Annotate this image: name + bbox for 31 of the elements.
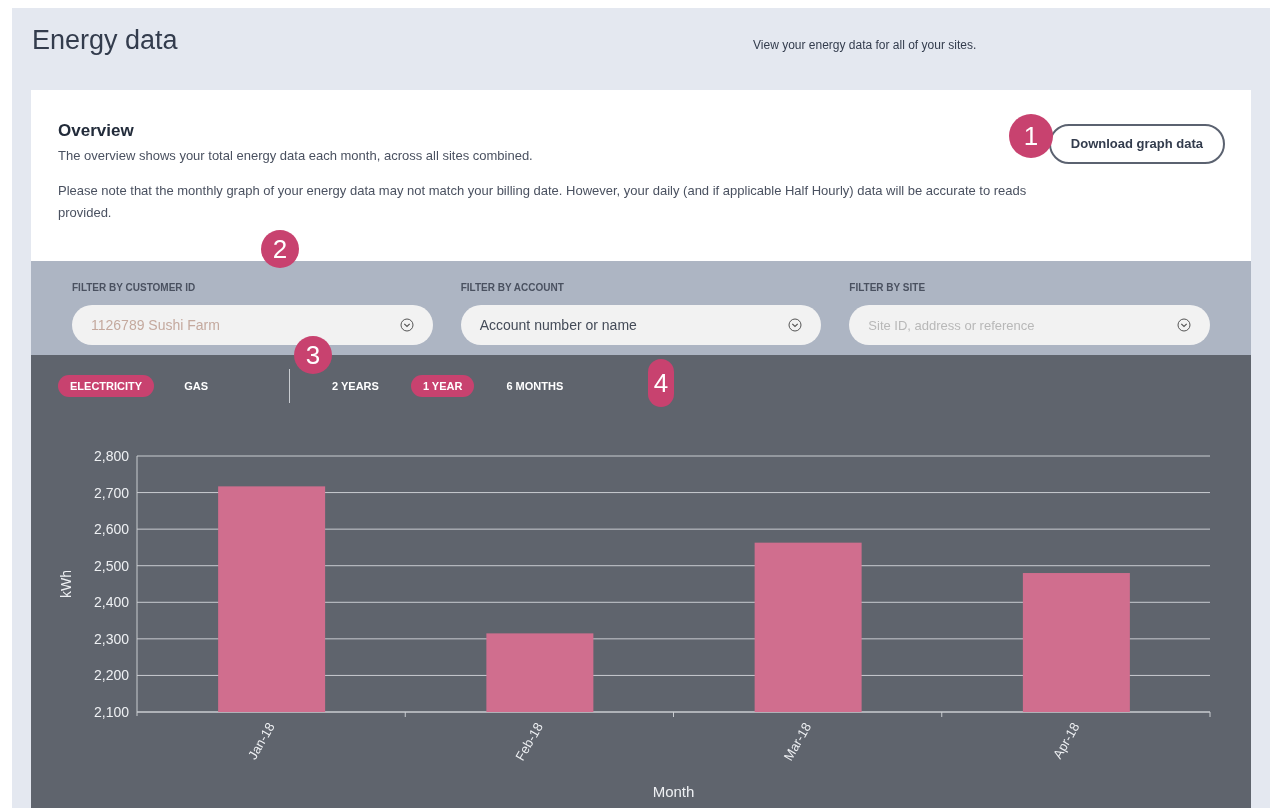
y-tick-label: 2,700 (93, 484, 129, 501)
page-subtitle: View your energy data for all of your sites. (753, 37, 977, 54)
chevron-down-icon (399, 318, 414, 332)
callout-marker: 2 (261, 230, 299, 268)
filter-label: FILTER BY SITE (849, 281, 927, 295)
overview-text: Please note that the monthly graph of your energy data may not match your billing date. However, your daily (and if applicable Half Hourly) data will be accurate to reads provided. (58, 181, 1028, 222)
filter-tab[interactable]: GAS (172, 375, 220, 397)
filter-label: FILTER BY CUSTOMER ID (72, 281, 197, 295)
y-tick-label: 2,500 (93, 557, 129, 574)
filter-dropdown[interactable]: Account number or name (460, 305, 822, 345)
section-title: Overview (58, 120, 134, 142)
filter-tab[interactable]: 1 YEAR (410, 375, 475, 397)
filter-label: FILTER BY ACCOUNT (460, 281, 565, 295)
y-tick-label: 2,100 (93, 704, 129, 720)
overview-text: The overview shows your total energy data each month, across all sites combined. (58, 147, 534, 165)
y-tick-label: 2,300 (93, 630, 129, 647)
chevron-down-icon (1177, 318, 1191, 332)
y-axis-title: kWh (58, 570, 74, 598)
callout-marker: 1 (1009, 114, 1053, 158)
site-search-field[interactable]: Site ID, address or reference (849, 305, 1210, 345)
y-tick-label: 2,600 (93, 521, 129, 538)
chevron-down-icon (788, 318, 803, 332)
filter-tab[interactable]: 6 MONTHS (494, 375, 576, 397)
y-tick-label: 2,200 (93, 667, 129, 684)
x-axis-title: Month (652, 783, 695, 800)
callout-marker: 4 (648, 359, 674, 407)
y-tick-label: 2,800 (93, 448, 129, 464)
filter-tab[interactable]: 2 YEARS (320, 375, 391, 397)
y-tick-label: 2,400 (93, 594, 129, 611)
page-title: Energy data (32, 24, 179, 57)
filter-tab[interactable]: ELECTRICITY (58, 375, 155, 397)
